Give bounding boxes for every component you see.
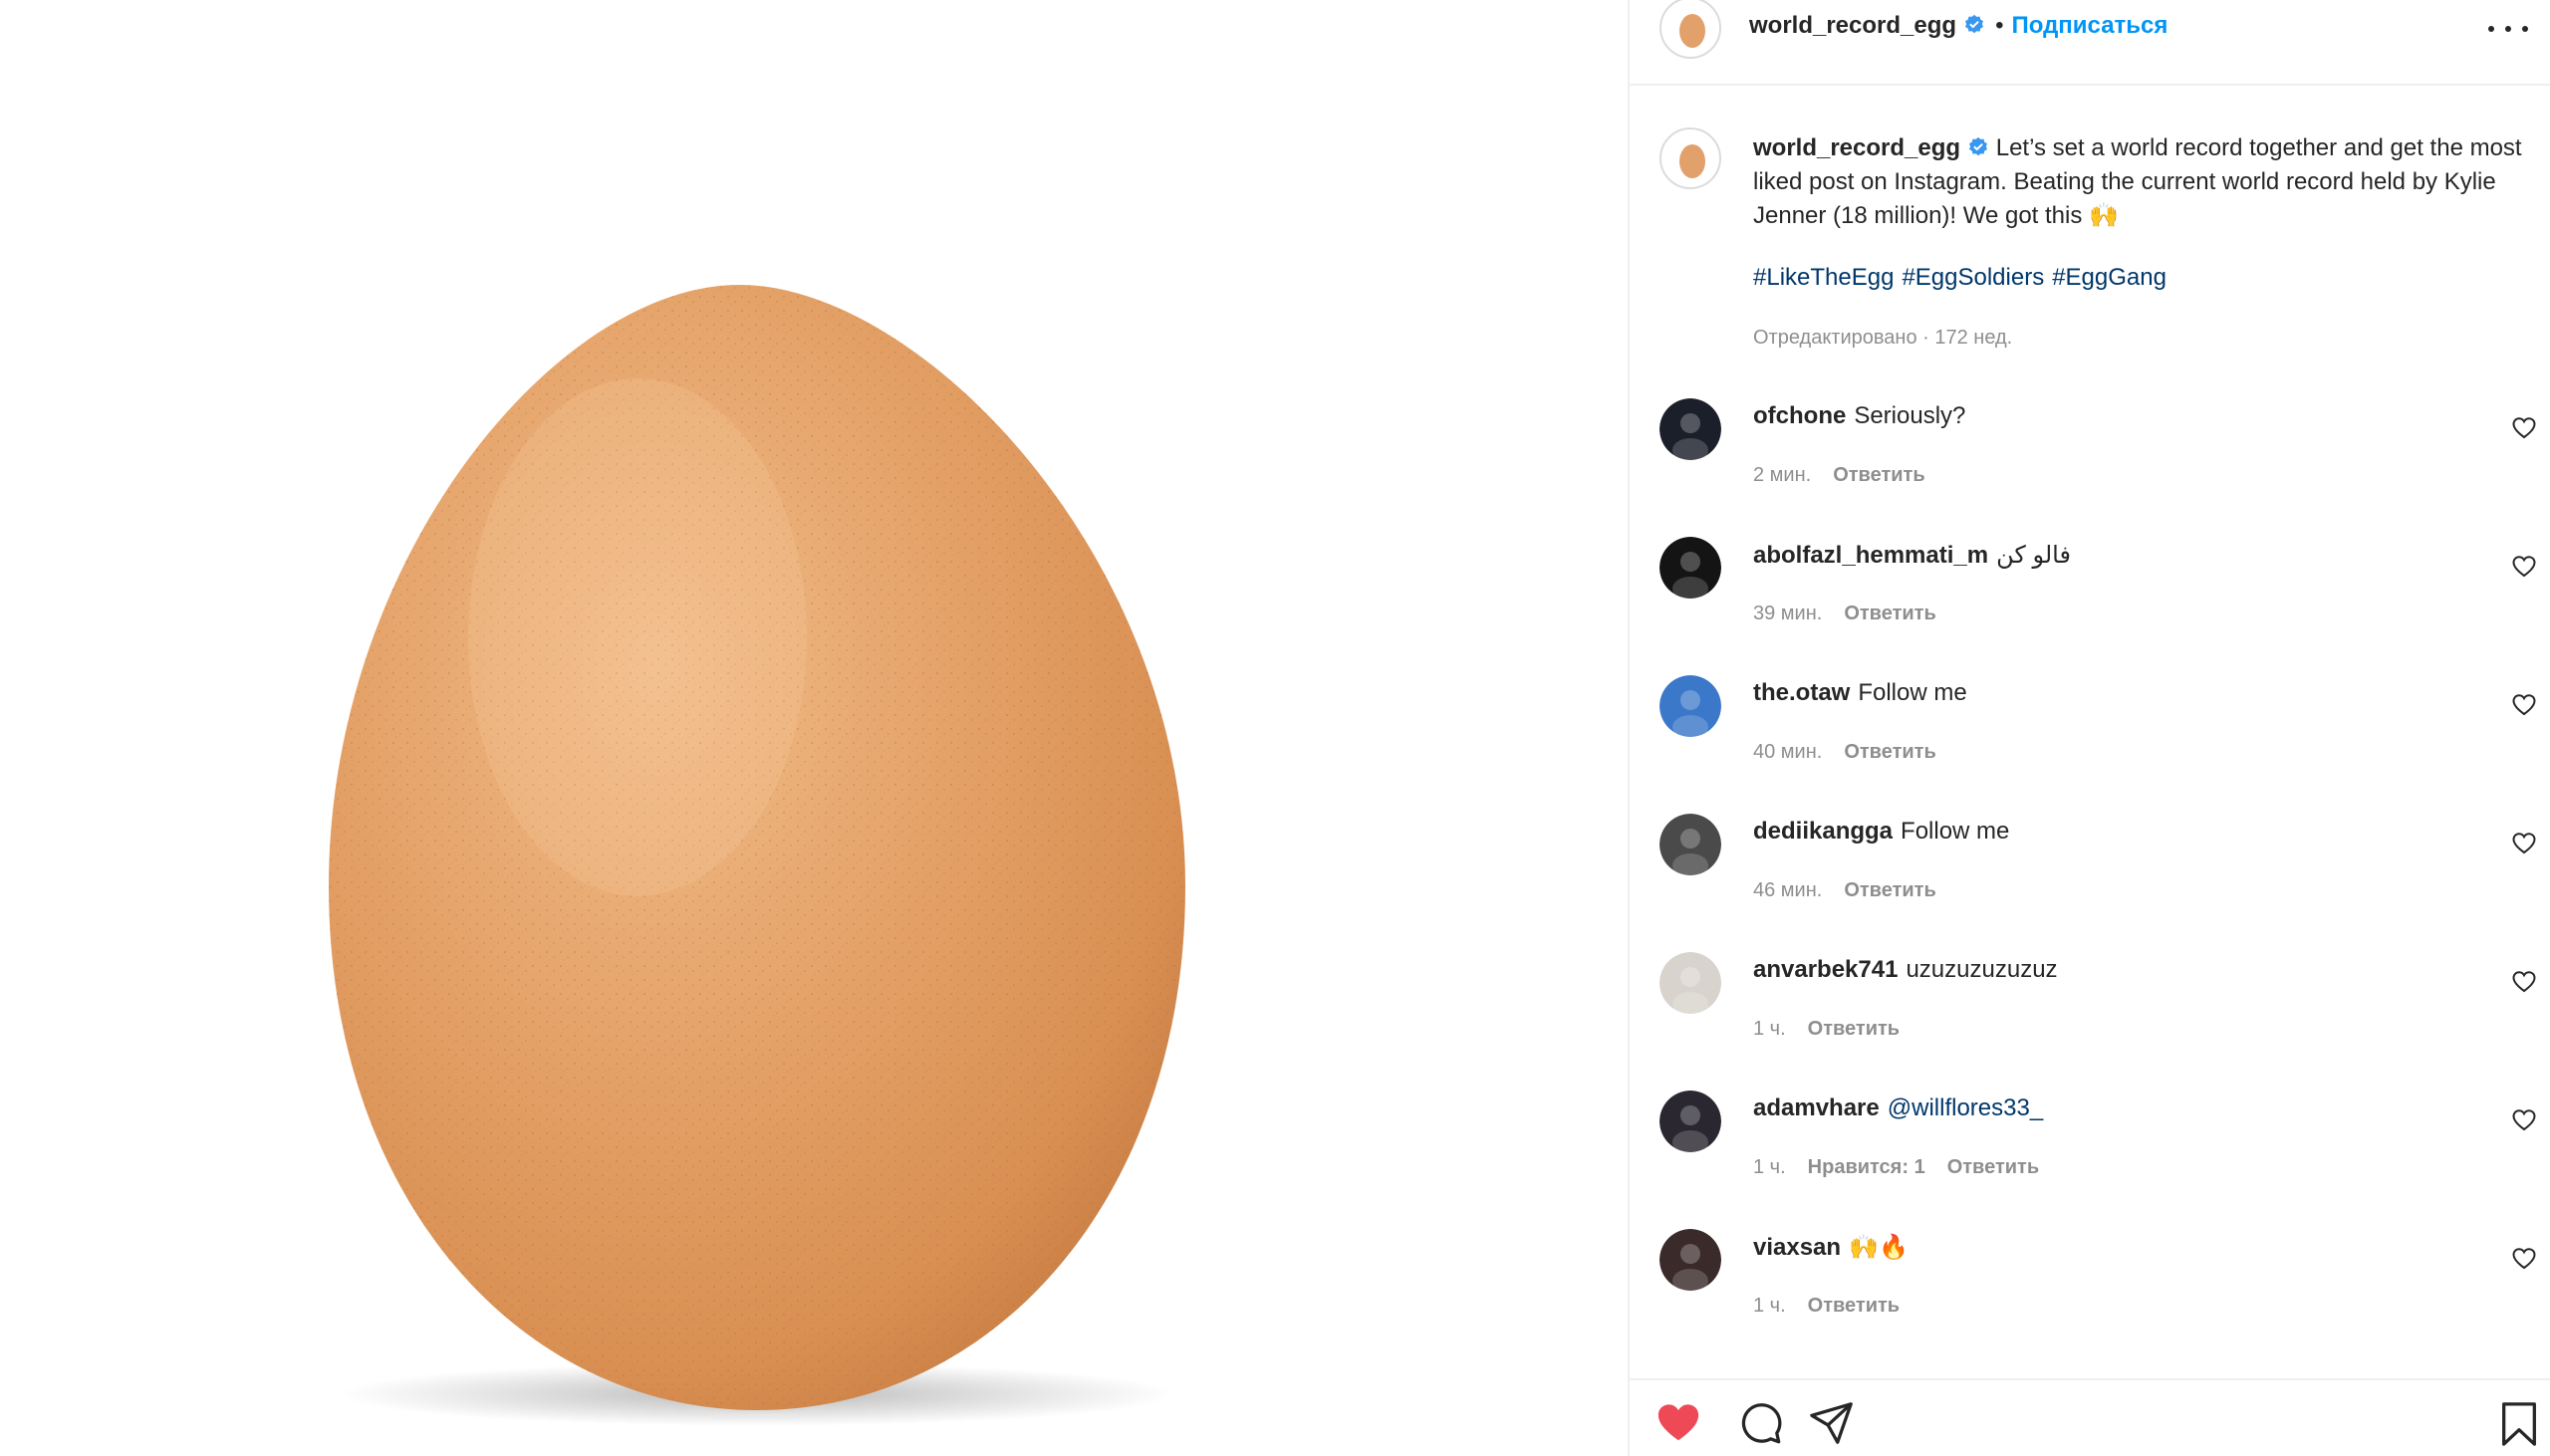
commenter-avatar[interactable]	[1659, 675, 1721, 737]
verified-badge-icon	[1969, 136, 1988, 156]
comment-time[interactable]: 39 мин.	[1753, 603, 1822, 624]
comment-username[interactable]: ofchone	[1753, 402, 1846, 429]
post-image-pane[interactable]	[0, 0, 1628, 1456]
comment-line: abolfazl_hemmati_m فالو کن	[1753, 541, 2071, 570]
comment-item: ofchone Seriously? 2 мин. Ответить	[1630, 388, 2550, 527]
comment-time[interactable]: 40 мин.	[1753, 741, 1822, 763]
comment-meta: 1 ч. Ответить	[1753, 1018, 1921, 1041]
heart-outline-icon[interactable]	[2512, 416, 2536, 440]
comment-meta: 1 ч. Нравится: 1 Ответить	[1753, 1156, 2061, 1179]
heart-outline-icon[interactable]	[2512, 970, 2536, 994]
comments-list[interactable]: ofchone Seriously? 2 мин. Ответить abolfazl_…	[1630, 388, 2550, 1374]
reply-button[interactable]: Ответить	[1833, 464, 1924, 486]
comment-item: anvarbek741 uzuzuzuzuzuz 1 ч. Ответить	[1630, 942, 2550, 1081]
commenter-avatar[interactable]	[1659, 537, 1721, 599]
hashtag-link[interactable]: #EggGang	[2052, 264, 2167, 291]
comment-meta: 1 ч. Ответить	[1753, 1295, 1921, 1318]
edited-separator: ·	[1922, 327, 1929, 349]
commenter-avatar[interactable]	[1659, 814, 1721, 875]
edited-timestamp: Отредактировано · 172 нед.	[1753, 327, 2012, 350]
bookmark-icon[interactable]	[2496, 1400, 2542, 1446]
verified-badge-icon	[1965, 14, 1984, 34]
comment-line: the.otaw Follow me	[1753, 679, 1967, 707]
comment-text: Follow me	[1858, 679, 1967, 706]
reply-button[interactable]: Ответить	[1844, 879, 1935, 901]
hashtag-link[interactable]: #EggSoldiers	[1902, 264, 2044, 291]
reply-button[interactable]: Ответить	[1808, 1018, 1900, 1040]
heart-filled-icon[interactable]	[1656, 1400, 1701, 1446]
commenter-avatar[interactable]	[1659, 1229, 1721, 1291]
comment-line: viaxsan 🙌🔥	[1753, 1233, 1909, 1262]
comment-item: abolfazl_hemmati_m فالو کن 39 мин. Ответить	[1630, 527, 2550, 665]
comment-username[interactable]: abolfazl_hemmati_m	[1753, 542, 1988, 569]
comment-text: فالو کن	[1996, 542, 2071, 569]
comment-time[interactable]: 46 мин.	[1753, 879, 1822, 901]
comment-line: ofchone Seriously?	[1753, 402, 1965, 430]
speech-bubble-icon[interactable]	[1737, 1400, 1783, 1446]
follow-button[interactable]: Подписаться	[2011, 12, 2168, 39]
post-details-panel: world_record_egg • Подписаться world_recor…	[1628, 0, 2550, 1456]
comment-time[interactable]: 1 ч.	[1753, 1156, 1786, 1178]
commenter-avatar[interactable]	[1659, 1091, 1721, 1152]
comment-text: Seriously?	[1854, 402, 1966, 429]
comment-likes[interactable]: Нравится: 1	[1808, 1156, 1925, 1178]
hashtag-link[interactable]: #LikeTheEgg	[1753, 264, 1894, 291]
profile-avatar[interactable]	[1659, 0, 1721, 59]
header-user-line: world_record_egg • Подписаться	[1749, 12, 2168, 40]
comment-username[interactable]: dediikangga	[1753, 818, 1893, 845]
heart-outline-icon[interactable]	[2512, 555, 2536, 579]
more-options-button[interactable]	[2488, 14, 2528, 44]
comment-item: adamvhare @willflores33_ 1 ч. Нравится: 1 От…	[1630, 1081, 2550, 1219]
commenter-avatar[interactable]	[1659, 398, 1721, 460]
comment-text: 🙌🔥	[1849, 1234, 1909, 1261]
comment-username[interactable]: viaxsan	[1753, 1234, 1841, 1261]
edited-time[interactable]: 172 нед.	[1934, 327, 2012, 349]
reply-button[interactable]: Ответить	[1808, 1295, 1900, 1317]
comment-line: adamvhare @willflores33_	[1753, 1094, 2043, 1122]
header-username[interactable]: world_record_egg	[1749, 12, 1956, 39]
header-separator: •	[1995, 12, 2004, 39]
heart-outline-icon[interactable]	[2512, 1108, 2536, 1132]
caption-hashtags: #LikeTheEgg #EggSoldiers #EggGang	[1753, 264, 2174, 292]
comment-item: viaxsan 🙌🔥 1 ч. Ответить	[1630, 1219, 2550, 1357]
comment-time[interactable]: 2 мин.	[1753, 464, 1811, 486]
comment-item: dediikangga Follow me 46 мин. Ответить	[1630, 804, 2550, 942]
post-header: world_record_egg • Подписаться	[1630, 0, 2550, 86]
reply-button[interactable]: Ответить	[1844, 741, 1935, 763]
comment-line: dediikangga Follow me	[1753, 818, 2009, 846]
comment-username[interactable]: the.otaw	[1753, 679, 1850, 706]
heart-outline-icon[interactable]	[2512, 1247, 2536, 1271]
comment-line: anvarbek741 uzuzuzuzuzuz	[1753, 956, 2058, 984]
comment-meta: 2 мин. Ответить	[1753, 464, 1947, 487]
heart-outline-icon[interactable]	[2512, 693, 2536, 717]
caption-username[interactable]: world_record_egg	[1753, 134, 1960, 161]
comment-meta: 39 мин. Ответить	[1753, 603, 1958, 625]
comment-meta: 40 мин. Ответить	[1753, 741, 1958, 764]
comment-item: the.otaw Follow me 40 мин. Ответить	[1630, 665, 2550, 804]
commenter-avatar[interactable]	[1659, 952, 1721, 1014]
paper-plane-icon[interactable]	[1809, 1400, 1855, 1446]
post-action-bar	[1630, 1378, 2550, 1456]
comment-time[interactable]: 1 ч.	[1753, 1018, 1786, 1040]
comment-text: Follow me	[1901, 818, 2010, 845]
edited-label: Отредактировано	[1753, 327, 1917, 349]
comment-time[interactable]: 1 ч.	[1753, 1295, 1786, 1317]
caption-text: world_record_egg Let’s set a world recor…	[1753, 131, 2530, 233]
ellipsis-icon	[2488, 26, 2494, 32]
caption-avatar[interactable]	[1659, 127, 1721, 189]
egg-photo[interactable]	[0, 0, 1628, 1456]
heart-outline-icon[interactable]	[2512, 832, 2536, 855]
comment-meta: 46 мин. Ответить	[1753, 879, 1958, 902]
comment-username[interactable]: anvarbek741	[1753, 956, 1898, 983]
comment-username[interactable]: adamvhare	[1753, 1094, 1880, 1121]
comment-text[interactable]: @willflores33_	[1888, 1094, 2043, 1121]
reply-button[interactable]: Ответить	[1947, 1156, 2039, 1178]
reply-button[interactable]: Ответить	[1844, 603, 1935, 624]
comment-text: uzuzuzuzuzuz	[1906, 956, 2058, 983]
